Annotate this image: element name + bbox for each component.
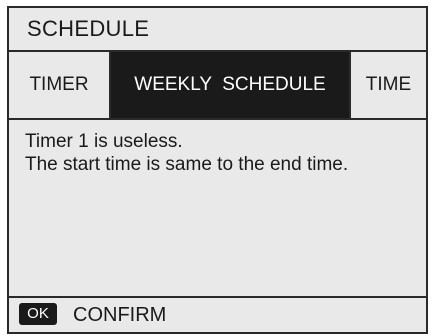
schedule-screen: SCHEDULE TIMER WEEKLY SCHEDULE TIME Time… bbox=[7, 6, 428, 334]
ok-key-badge[interactable]: OK bbox=[19, 303, 57, 325]
tab-time[interactable]: TIME bbox=[349, 52, 426, 118]
footer-bar: OK CONFIRM bbox=[9, 296, 426, 332]
confirm-label: CONFIRM bbox=[73, 304, 167, 326]
message-line-2: The start time is same to the end time. bbox=[25, 154, 349, 175]
tab-weekly-schedule[interactable]: WEEKLY SCHEDULE bbox=[111, 52, 349, 118]
tab-bar: TIMER WEEKLY SCHEDULE TIME bbox=[9, 52, 426, 120]
message-area: Timer 1 is useless. The start time is sa… bbox=[25, 130, 418, 176]
tab-timer[interactable]: TIMER bbox=[9, 52, 111, 118]
screen-title: SCHEDULE bbox=[9, 8, 426, 52]
message-line-1: Timer 1 is useless. bbox=[25, 131, 183, 152]
